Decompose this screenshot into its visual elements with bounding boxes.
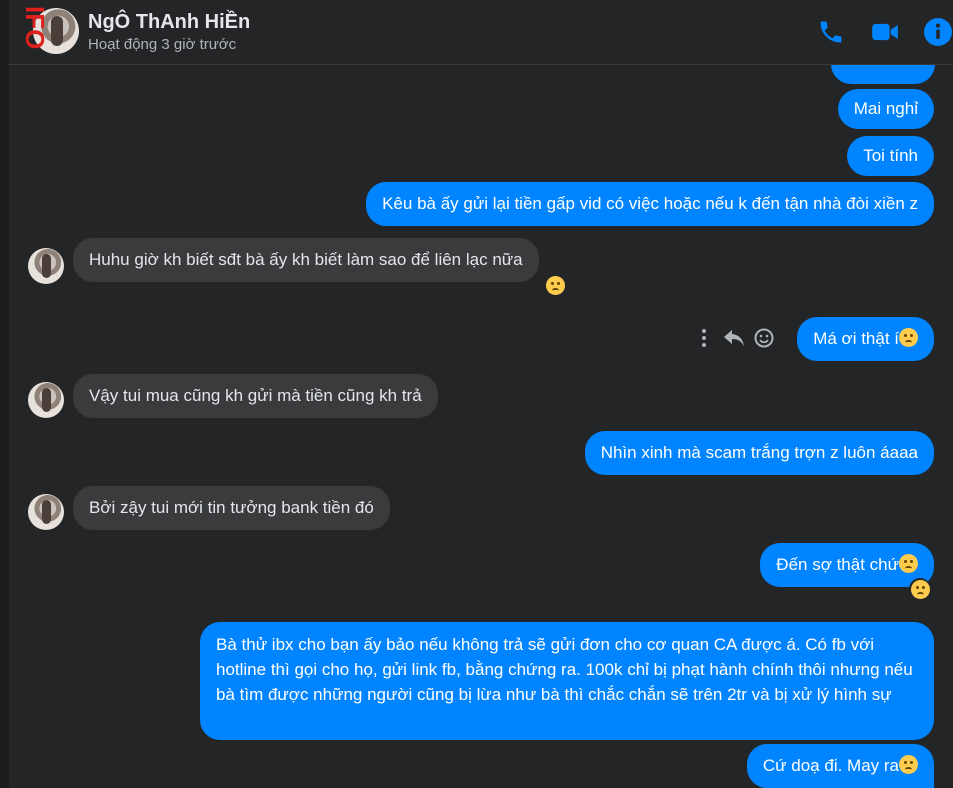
message-bubble-in[interactable]: Huhu giờ kh biết sđt bà ấy kh biết làm s… [73,238,539,282]
message-bubble-out[interactable]: Toi tính [847,136,934,176]
phone-icon[interactable] [817,18,845,46]
message-actions [699,326,779,350]
sad-face-icon [910,579,930,599]
message-text: Cứ doạ đi. May ra [762,756,899,775]
message-text: Kêu bà ấy gửi lại tiền gấp vid có việc h… [382,194,918,213]
chat-header: NgÔ ThAnh HiỀn Hoạt động 3 giờ trước [0,0,953,65]
message-bubble-in[interactable]: Vậy tui mua cũng kh gửi mà tiền cũng kh … [73,374,438,418]
reaction-sad-icon[interactable] [909,578,931,600]
message-bubble-in[interactable]: Bởi zậy tui mới tin tưởng bank tiền đó [73,486,390,530]
message-bubble-out[interactable]: Cứ doạ đi. May ra [746,744,934,788]
reply-icon[interactable] [723,329,745,347]
message-list[interactable]: Mai nghỉ Toi tính Kêu bà ấy gửi lại tiền… [9,64,953,788]
reaction-sad-icon[interactable] [544,274,566,296]
emoji-icon [899,755,918,774]
contact-avatar-small[interactable] [28,382,64,418]
message-bubble-partial[interactable] [831,64,935,84]
message-text: Mai nghỉ [853,99,918,118]
message-text: Bà thử ibx cho bạn ấy bảo nếu không trả … [216,635,913,704]
message-text: Nhìn xinh mà scam trắng trợn z luôn áaaa [600,443,918,462]
message-bubble-out[interactable]: Mai nghỉ [837,89,934,129]
message-bubble-out[interactable]: Bà thử ibx cho bạn ấy bảo nếu không trả … [200,622,934,740]
sad-face-icon [545,275,565,295]
message-text: Toi tính [863,146,918,165]
info-icon[interactable] [924,18,952,46]
message-bubble-out[interactable]: Đến sợ thật chứ [760,543,934,587]
contact-avatar-small[interactable] [28,248,64,284]
active-status: Hoạt động 3 giờ trước [88,36,237,53]
message-text: Má ơi thật í [813,329,899,348]
watermark: IFO [20,6,50,50]
message-bubble-out[interactable]: Kêu bà ấy gửi lại tiền gấp vid có việc h… [366,182,934,226]
left-edge [0,0,9,788]
contact-avatar-small[interactable] [28,494,64,530]
message-text: Huhu giờ kh biết sđt bà ấy kh biết làm s… [89,250,523,269]
message-bubble-out[interactable]: Má ơi thật í [797,317,934,361]
video-icon[interactable] [871,18,899,46]
contact-name[interactable]: NgÔ ThAnh HiỀn [88,11,250,34]
more-options-icon[interactable] [701,328,707,348]
emoji-icon [899,554,918,573]
message-text: Vậy tui mua cũng kh gửi mà tiền cũng kh … [89,386,422,405]
message-bubble-out[interactable]: Nhìn xinh mà scam trắng trợn z luôn áaaa [584,431,934,475]
message-text: Đến sợ thật chứ [776,555,899,574]
message-text: Bởi zậy tui mới tin tưởng bank tiền đó [89,498,374,517]
react-icon[interactable] [754,328,774,348]
emoji-icon [899,328,918,347]
